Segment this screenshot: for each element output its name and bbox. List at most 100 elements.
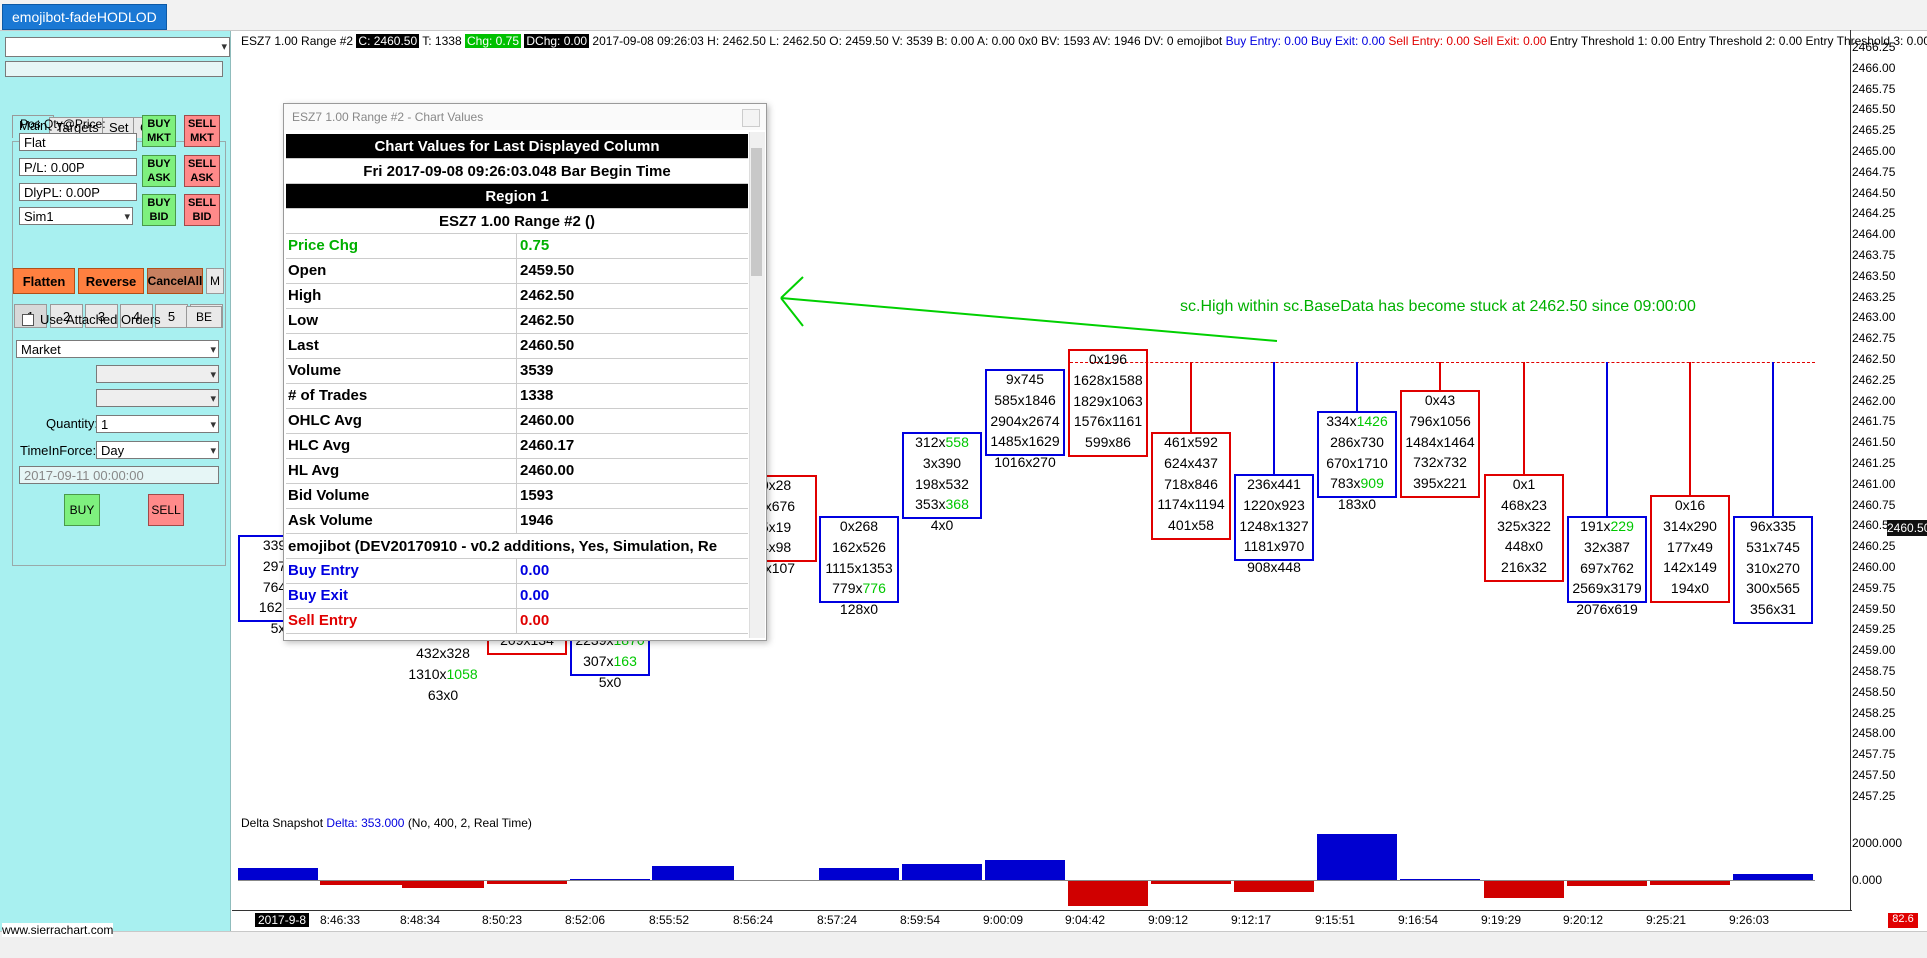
- quantity-field[interactable]: 1: [96, 415, 219, 433]
- time-label: 8:46:33: [320, 913, 361, 927]
- bar-wick: [1689, 362, 1691, 497]
- buy-ask-button[interactable]: BUY ASK: [142, 155, 176, 187]
- values-header: Chart Values for Last Displayed Column: [286, 134, 748, 159]
- cell-volume: 312x: [915, 434, 946, 450]
- footprint-cell: 128x0: [819, 601, 899, 617]
- footprint-cell: 162x526: [819, 539, 899, 555]
- be-button[interactable]: BE: [186, 306, 222, 328]
- reverse-button[interactable]: Reverse: [78, 268, 144, 294]
- bar-wick: [1606, 362, 1608, 518]
- footprint-cell: 1181x970: [1234, 538, 1314, 554]
- scroll-thumb[interactable]: [751, 148, 762, 276]
- footprint-cell: 796x1056: [1400, 413, 1480, 429]
- sell-button[interactable]: SELL: [148, 494, 184, 526]
- cell-volume: 2569x3179: [1572, 580, 1642, 597]
- footprint-cell: 353x368: [902, 496, 982, 512]
- buy-bid-button[interactable]: BUY BID: [142, 194, 176, 226]
- price-tick-label: 2462.00: [1852, 393, 1896, 408]
- time-axis[interactable]: [232, 910, 1852, 931]
- header-sell-entry: Sell Entry: 0.00: [1388, 34, 1470, 48]
- cell-volume: 599x86: [1085, 434, 1131, 451]
- footprint-cell: 194x0: [1650, 580, 1730, 596]
- bar-wick: [1523, 362, 1525, 476]
- delta-bar: [1317, 834, 1397, 880]
- footprint-cell: 63x0: [402, 687, 484, 703]
- cell-volume: 198x532: [915, 475, 969, 492]
- cell-volume: 0x196: [1088, 351, 1128, 367]
- footprint-cell: 1829x1063: [1068, 393, 1148, 409]
- value-key: Open: [288, 259, 517, 283]
- header-change: Chg: 0.75: [464, 34, 522, 48]
- bottom-scrollbar[interactable]: [0, 931, 1927, 958]
- sierrachart-link[interactable]: www.sierrachart.com: [2, 923, 114, 937]
- trade-window-panel: Main Targets Set C Pos Qty@Price: Flat P…: [0, 31, 231, 931]
- footprint-cell: 314x290: [1650, 518, 1730, 534]
- buy-market-button[interactable]: BUY MKT: [142, 115, 176, 147]
- time-label: 8:52:06: [565, 913, 606, 927]
- value-val: 1338: [520, 387, 554, 404]
- footprint-cell: 177x49: [1650, 539, 1730, 555]
- study-value-row: Sell Entry 0.00: [286, 609, 748, 634]
- value-val: 0.00: [520, 562, 550, 579]
- footprint-cell: 5x0: [570, 674, 650, 690]
- cancel-all-button[interactable]: CancelAll: [147, 268, 203, 294]
- cell-volume: 32x387: [1584, 538, 1630, 555]
- good-till-datetime-field[interactable]: 2017-09-11 00:00:00: [19, 466, 219, 484]
- order-type-select[interactable]: Market: [16, 340, 219, 358]
- price1-field[interactable]: [96, 365, 219, 383]
- sell-bid-button[interactable]: SELL BID: [184, 194, 220, 226]
- delta-bar: [902, 864, 982, 880]
- cell-volume: 142x149: [1663, 559, 1717, 576]
- value-key: HL Avg: [288, 459, 517, 483]
- chart-tab[interactable]: emojibot-fadeHODLOD: [2, 4, 167, 30]
- cell-volume: 0x1: [1512, 476, 1536, 492]
- cell-volume: 314x290: [1663, 517, 1717, 534]
- use-attached-orders-label: Use Attached Orders: [40, 312, 161, 327]
- pos-qty-label: Pos Qty@Price:: [20, 117, 106, 131]
- footprint-cell: 356x31: [1733, 601, 1813, 617]
- flatten-button[interactable]: Flatten: [13, 268, 75, 294]
- delta-bar: [985, 860, 1065, 880]
- sell-market-button[interactable]: SELL MKT: [184, 115, 220, 147]
- price2-field[interactable]: [96, 389, 219, 407]
- sell-ask-button[interactable]: SELL ASK: [184, 155, 220, 187]
- footprint-cell: 236x441: [1234, 476, 1314, 492]
- buy-button[interactable]: BUY: [64, 494, 100, 526]
- footprint-cell: 325x322: [1484, 518, 1564, 534]
- price-tick-label: 2460.00: [1852, 560, 1896, 574]
- time-label: 9:26:03: [1729, 913, 1770, 927]
- header-buy-entry: Buy Entry: 0.00: [1225, 34, 1308, 48]
- account-select[interactable]: Sim1: [19, 207, 133, 225]
- time-label: 9:16:54: [1398, 913, 1439, 927]
- last-price-marker: 2460.50: [1887, 520, 1927, 536]
- chart-values-window[interactable]: ESZ7 1.00 Range #2 - Chart Values Chart …: [283, 103, 767, 641]
- cell-volume: 732x732: [1413, 454, 1467, 471]
- popup-title[interactable]: ESZ7 1.00 Range #2 - Chart Values: [284, 104, 766, 130]
- quantity-label: Quantity:: [46, 416, 99, 431]
- m-button[interactable]: M: [206, 268, 224, 294]
- time-in-force-select[interactable]: Day: [96, 441, 219, 459]
- close-icon[interactable]: [742, 109, 760, 127]
- price-tick-label: 2464.75: [1852, 164, 1896, 179]
- footprint-cell: 599x86: [1068, 434, 1148, 450]
- value-val: 2460.50: [520, 337, 575, 354]
- cell-volume: 670x1710: [1326, 454, 1388, 471]
- value-val: 0.00: [520, 587, 550, 604]
- time-label: 8:48:34: [400, 913, 441, 927]
- price-tick-label: 2458.25: [1852, 705, 1896, 720]
- footprint-cell: 198x532: [902, 476, 982, 492]
- price-tick-label: 2458.75: [1852, 664, 1896, 678]
- time-label: 9:19:29: [1481, 913, 1522, 927]
- pl-field: P/L: 0.00P: [19, 158, 137, 176]
- cell-volume: 2076x619: [1576, 601, 1638, 618]
- symbol-select[interactable]: [5, 37, 230, 57]
- cell-volume: 1016x270: [994, 454, 1056, 471]
- footprint-cell: 718x846: [1151, 476, 1231, 492]
- use-attached-orders-checkbox[interactable]: [22, 314, 34, 326]
- delta-tick-2000: 2000.000: [1852, 836, 1903, 850]
- footprint-cell: 1174x1194: [1151, 496, 1231, 512]
- cell-ask-imbalance: 1426: [1356, 413, 1388, 429]
- value-row: HL Avg 2460.00: [286, 459, 748, 484]
- value-key: OHLC Avg: [288, 409, 517, 433]
- value-key: Buy Entry: [288, 559, 517, 583]
